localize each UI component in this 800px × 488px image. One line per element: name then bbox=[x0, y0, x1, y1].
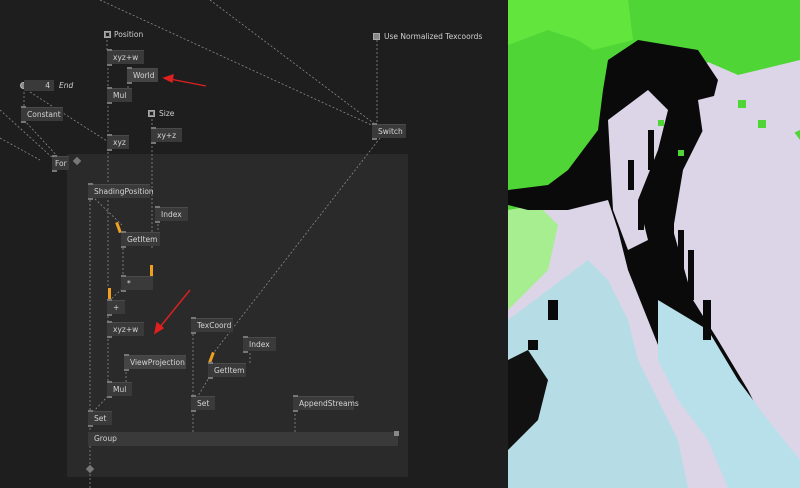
count-label: End bbox=[59, 81, 74, 90]
node-index-top[interactable]: Index bbox=[155, 206, 188, 223]
link-wire bbox=[91, 195, 123, 226]
render-preview bbox=[508, 0, 800, 488]
position-toggle[interactable] bbox=[104, 31, 111, 38]
size-label: Size bbox=[159, 109, 175, 118]
node-xyz[interactable]: xyz bbox=[107, 134, 129, 151]
texcoords-toggle[interactable] bbox=[373, 33, 380, 40]
connection-pin bbox=[150, 265, 153, 276]
patch-links bbox=[0, 0, 381, 488]
node-set-position[interactable]: Set bbox=[88, 410, 113, 427]
node-plus[interactable]: + bbox=[107, 299, 125, 316]
node-group-label: Group bbox=[94, 434, 117, 443]
node-getitem-top[interactable]: GetItem bbox=[121, 231, 160, 248]
node-group[interactable]: Group bbox=[88, 431, 399, 446]
node-xy-z[interactable]: xy+z bbox=[151, 127, 183, 144]
annotation-arrow bbox=[169, 78, 207, 87]
node-texcoord[interactable]: TexCoord bbox=[191, 317, 233, 334]
annotation-arrowhead bbox=[162, 73, 174, 84]
node-xyzw-top[interactable]: xyz+w bbox=[107, 49, 145, 66]
node-for[interactable]: For bbox=[52, 155, 69, 172]
link-wire bbox=[99, 0, 379, 129]
node-world[interactable]: World bbox=[127, 67, 158, 84]
link-wire bbox=[209, 0, 381, 129]
node-switch[interactable]: Switch bbox=[372, 123, 406, 140]
size-toggle[interactable] bbox=[148, 110, 155, 117]
node-index-bottom[interactable]: Index bbox=[243, 336, 276, 353]
count-value[interactable]: 4 bbox=[24, 80, 54, 91]
link-wire bbox=[0, 137, 41, 161]
node-set-texcoord[interactable]: Set bbox=[191, 395, 216, 412]
node-xyzw-bottom[interactable]: xyz+w bbox=[107, 321, 145, 338]
node-mul-bottom[interactable]: Mul bbox=[107, 381, 133, 398]
node-appendstreams[interactable]: AppendStreams bbox=[293, 395, 359, 412]
link-wire bbox=[211, 137, 381, 356]
position-label: Position bbox=[114, 30, 144, 39]
node-viewprojection[interactable]: ViewProjection bbox=[124, 354, 186, 371]
node-mul-top[interactable]: Mul bbox=[107, 87, 133, 104]
link-wire bbox=[93, 395, 109, 412]
node-constant[interactable]: Constant bbox=[21, 106, 63, 123]
patch-editor[interactable]: Position Size Use Normalized Texcoords 4… bbox=[0, 0, 508, 488]
connection-pin bbox=[108, 288, 111, 299]
link-wire bbox=[23, 119, 59, 158]
node-multiply[interactable]: * bbox=[121, 275, 153, 292]
annotation-arrow bbox=[159, 289, 191, 328]
texcoords-label: Use Normalized Texcoords bbox=[384, 32, 483, 41]
node-shading-position[interactable]: ShadingPosition bbox=[88, 183, 154, 200]
link-wire bbox=[197, 375, 211, 397]
group-resize-handle-icon[interactable] bbox=[394, 431, 399, 436]
node-getitem-bottom[interactable]: GetItem bbox=[208, 362, 246, 379]
